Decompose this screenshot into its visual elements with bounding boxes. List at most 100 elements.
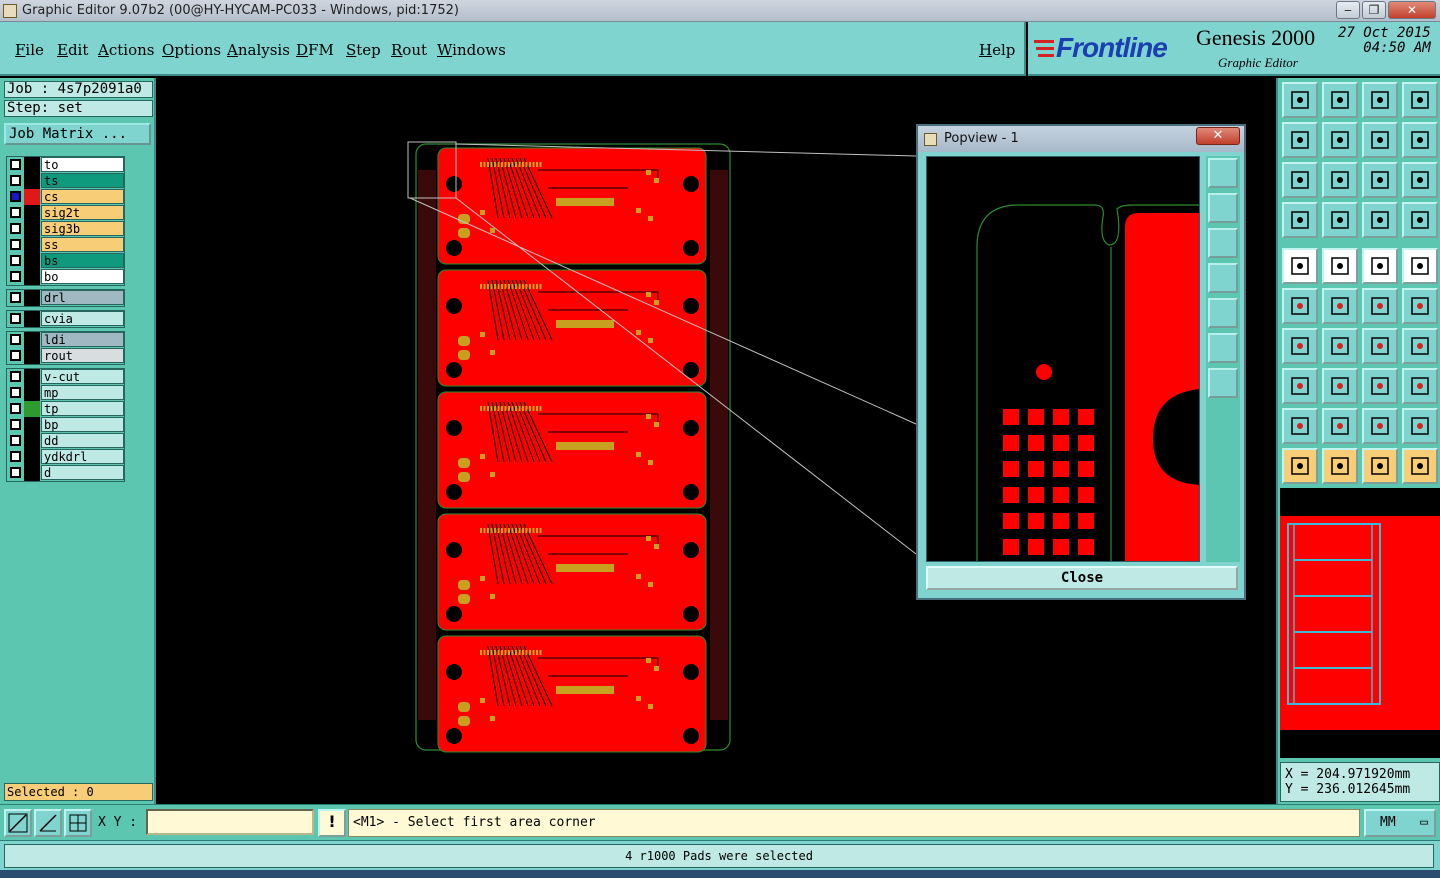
angle-icon[interactable] [1282, 328, 1318, 364]
popview-pan-right-icon[interactable] [1208, 298, 1238, 328]
snap-mode-icon[interactable] [4, 809, 32, 837]
pointer-box-icon[interactable] [1322, 448, 1358, 484]
pan-right-icon[interactable] [1322, 122, 1358, 158]
arc-icon[interactable] [1362, 328, 1398, 364]
window-icon[interactable] [1402, 82, 1438, 118]
pan-left-icon[interactable] [1282, 122, 1318, 158]
menu-step[interactable]: Step [346, 41, 381, 59]
pointer-icon[interactable] [1282, 448, 1318, 484]
menu-file[interactable]: File [15, 41, 44, 59]
layer-checkbox[interactable] [10, 271, 21, 282]
menu-options[interactable]: Options [162, 41, 221, 59]
layer-row-ydkdrl[interactable]: ydkdrl [7, 449, 124, 465]
polarity-icon[interactable] [1322, 248, 1358, 284]
layer-row-rout[interactable]: rout [7, 348, 124, 364]
popview-canvas[interactable] [926, 156, 1200, 562]
layer-checkbox[interactable] [10, 175, 21, 186]
help-icon[interactable] [1402, 162, 1438, 198]
shape-icon[interactable] [1402, 368, 1438, 404]
layer-checkbox[interactable] [10, 467, 21, 478]
triangle-line-icon[interactable] [1402, 408, 1438, 444]
popview-close-x-button[interactable]: ✕ [1196, 127, 1240, 145]
layer-checkbox[interactable] [10, 387, 21, 398]
one-to-one-icon[interactable] [1362, 162, 1398, 198]
layer-row-cs[interactable]: cs [7, 189, 124, 205]
units-select[interactable]: MM ▭ [1364, 809, 1436, 837]
menu-dfm[interactable]: DFM [296, 41, 334, 59]
layer-checkbox[interactable] [10, 255, 21, 266]
line-minus-icon[interactable] [1322, 368, 1358, 404]
measure-mode-icon[interactable] [34, 809, 62, 837]
fit-all-icon[interactable] [1322, 162, 1358, 198]
cross-icon[interactable] [1322, 288, 1358, 324]
center-icon[interactable] [1362, 368, 1398, 404]
triangle-icon[interactable] [1282, 408, 1318, 444]
popview-zoom-out-icon[interactable] [1208, 228, 1238, 258]
layer-checkbox[interactable] [10, 191, 21, 202]
layer-row-drl[interactable]: drl [7, 290, 124, 306]
layer-row-sig2t[interactable]: sig2t [7, 205, 124, 221]
pad-icon[interactable] [1402, 248, 1438, 284]
redraw-icon[interactable] [1402, 122, 1438, 158]
popview-zoom-home-icon[interactable] [1208, 158, 1238, 188]
layer-checkbox[interactable] [10, 207, 21, 218]
pad-move-icon[interactable] [1282, 368, 1318, 404]
layer-row-d[interactable]: d [7, 465, 124, 481]
close-window-button[interactable]: ✕ [1388, 1, 1436, 19]
layer-row-ldi[interactable]: ldi [7, 332, 124, 348]
layers-compare-icon[interactable] [1362, 202, 1398, 238]
text-icon[interactable] [1402, 328, 1438, 364]
menu-analysis[interactable]: Analysis [227, 41, 290, 59]
layer-row-sig3b[interactable]: sig3b [7, 221, 124, 237]
job-matrix-button[interactable]: Job Matrix ... [4, 123, 151, 145]
menu-windows[interactable]: Windows [437, 41, 506, 59]
layer-row-cvia[interactable]: cvia [7, 311, 124, 327]
line-add-icon[interactable] [1362, 288, 1398, 324]
layer-row-tp[interactable]: tp [7, 401, 124, 417]
ruler-icon[interactable] [1362, 248, 1398, 284]
minimize-button[interactable]: ‒ [1336, 1, 1360, 19]
layer-checkbox[interactable] [10, 334, 21, 345]
layer-checkbox[interactable] [10, 313, 21, 324]
fit-vertical-icon[interactable] [1282, 162, 1318, 198]
connect-icon[interactable] [1282, 288, 1318, 324]
layer-row-dd[interactable]: dd [7, 433, 124, 449]
layer-row-bo[interactable]: bo [7, 269, 124, 285]
popview-pan-left-icon[interactable] [1208, 263, 1238, 293]
layer-checkbox[interactable] [10, 350, 21, 361]
layer-checkbox[interactable] [10, 419, 21, 430]
alert-icon[interactable]: ! [318, 809, 346, 837]
layer-checkbox[interactable] [10, 239, 21, 250]
triangle-up-icon[interactable] [1322, 408, 1358, 444]
layer-row-bs[interactable]: bs [7, 253, 124, 269]
layer-row-to[interactable]: to [7, 157, 124, 173]
layer-row-v-cut[interactable]: v-cut [7, 369, 124, 385]
reverse-icon[interactable] [1362, 122, 1398, 158]
feature-select-icon[interactable] [1282, 248, 1318, 284]
home-icon[interactable] [1362, 82, 1398, 118]
overview-minimap[interactable] [1280, 488, 1440, 758]
popview-zoom-in-icon[interactable] [1208, 193, 1238, 223]
layer-checkbox[interactable] [10, 451, 21, 462]
popview-close-button[interactable]: Close [926, 566, 1238, 590]
layer-row-ts[interactable]: ts [7, 173, 124, 189]
line-node-icon[interactable] [1402, 288, 1438, 324]
layer-row-ss[interactable]: ss [7, 237, 124, 253]
maximize-button[interactable]: ❐ [1362, 1, 1386, 19]
grid-mode-icon[interactable] [64, 809, 92, 837]
menu-edit[interactable]: Edit [57, 41, 88, 59]
layer-checkbox[interactable] [10, 292, 21, 303]
layer-row-bp[interactable]: bp [7, 417, 124, 433]
menu-rout[interactable]: Rout [391, 41, 427, 59]
layers-diff-icon[interactable] [1402, 202, 1438, 238]
zoom-out-icon[interactable] [1322, 82, 1358, 118]
pointer-path-icon[interactable] [1402, 448, 1438, 484]
layer-checkbox[interactable] [10, 403, 21, 414]
pointer-circle-icon[interactable] [1362, 448, 1398, 484]
layer-checkbox[interactable] [10, 159, 21, 170]
slope-icon[interactable] [1322, 328, 1358, 364]
layer-row-mp[interactable]: mp [7, 385, 124, 401]
menu-help[interactable]: Help [979, 41, 1015, 59]
popview-center-icon[interactable] [1208, 368, 1238, 398]
triangle-arc-icon[interactable] [1362, 408, 1398, 444]
